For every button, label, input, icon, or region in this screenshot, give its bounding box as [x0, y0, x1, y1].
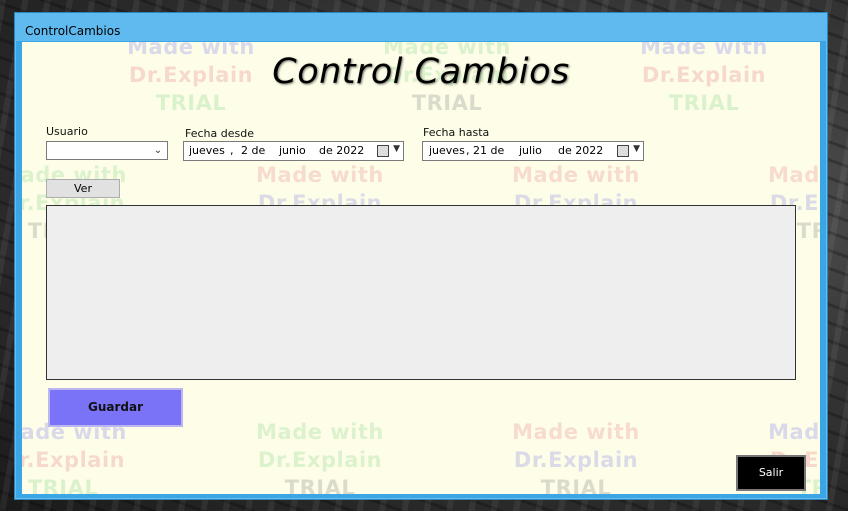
watermark-line: Dr.Explain	[257, 448, 383, 472]
watermark-line: TRIAL	[155, 91, 227, 115]
fecha-hasta-weekday[interactable]: jueves	[429, 144, 465, 157]
title-bar[interactable]: ControlCambios	[15, 13, 827, 41]
watermark-line: Made with	[512, 420, 640, 444]
watermark: Made with Dr.Explain TRIAL	[255, 418, 385, 494]
ver-button[interactable]: Ver	[46, 179, 120, 198]
fecha-desde-picker[interactable]: jueves , 2 de junio de 2022 ▼	[183, 141, 404, 161]
fecha-desde-weekday[interactable]: jueves	[189, 144, 225, 157]
watermark-line: TRIAL	[540, 476, 612, 494]
fecha-hasta-day[interactable]: , 21 de	[466, 144, 504, 157]
fecha-desde-day[interactable]: 2 de	[241, 144, 265, 157]
watermark-line: TRIAL	[284, 476, 356, 494]
watermark: Made with Dr.Explain TRIAL	[511, 418, 641, 494]
dropdown-arrow-icon[interactable]: ▼	[633, 144, 640, 154]
usuario-combobox[interactable]: ⌄	[46, 141, 168, 160]
form-client-area: Made with Dr.Explain TRIAL Made with Dr.…	[22, 42, 820, 494]
watermark-line: Dr.Explain	[22, 448, 126, 472]
watermark-line: TRIAL	[668, 91, 740, 115]
main-window: ControlCambios Made with Dr.Explain TRIA…	[14, 12, 828, 500]
fecha-hasta-label: Fecha hasta	[423, 126, 490, 139]
changes-data-grid[interactable]	[46, 205, 796, 380]
watermark-line: Made with	[256, 163, 384, 187]
fecha-desde-sep: ,	[230, 144, 234, 157]
window-title: ControlCambios	[25, 24, 121, 38]
chevron-down-icon[interactable]: ⌄	[151, 143, 165, 158]
fecha-hasta-year[interactable]: de 2022	[558, 144, 603, 157]
watermark-line: TRIAL	[411, 91, 483, 115]
calendar-icon[interactable]	[377, 145, 389, 157]
fecha-desde-month[interactable]: junio	[279, 144, 306, 157]
usuario-label: Usuario	[46, 125, 88, 138]
fecha-desde-label: Fecha desde	[185, 127, 254, 140]
watermark-line: TRIAL	[27, 476, 99, 494]
watermark-line: Made with	[768, 420, 820, 444]
page-title: Control Cambios	[272, 52, 570, 92]
dropdown-arrow-icon[interactable]: ▼	[393, 144, 400, 154]
watermark-line: Made with	[512, 163, 640, 187]
salir-button[interactable]: Salir	[736, 455, 806, 491]
watermark: Made with Dr.Explain TRIAL	[22, 418, 128, 494]
watermark-line: Dr.Explain	[513, 448, 639, 472]
watermark-line: Made with	[256, 420, 384, 444]
guardar-button[interactable]: Guardar	[48, 388, 183, 427]
fecha-hasta-picker[interactable]: jueves , 21 de julio de 2022 ▼	[422, 141, 644, 161]
calendar-icon[interactable]	[617, 145, 629, 157]
watermark-line: Made with	[768, 163, 820, 187]
fecha-desde-year[interactable]: de 2022	[319, 144, 364, 157]
fecha-hasta-month[interactable]: julio	[519, 144, 542, 157]
